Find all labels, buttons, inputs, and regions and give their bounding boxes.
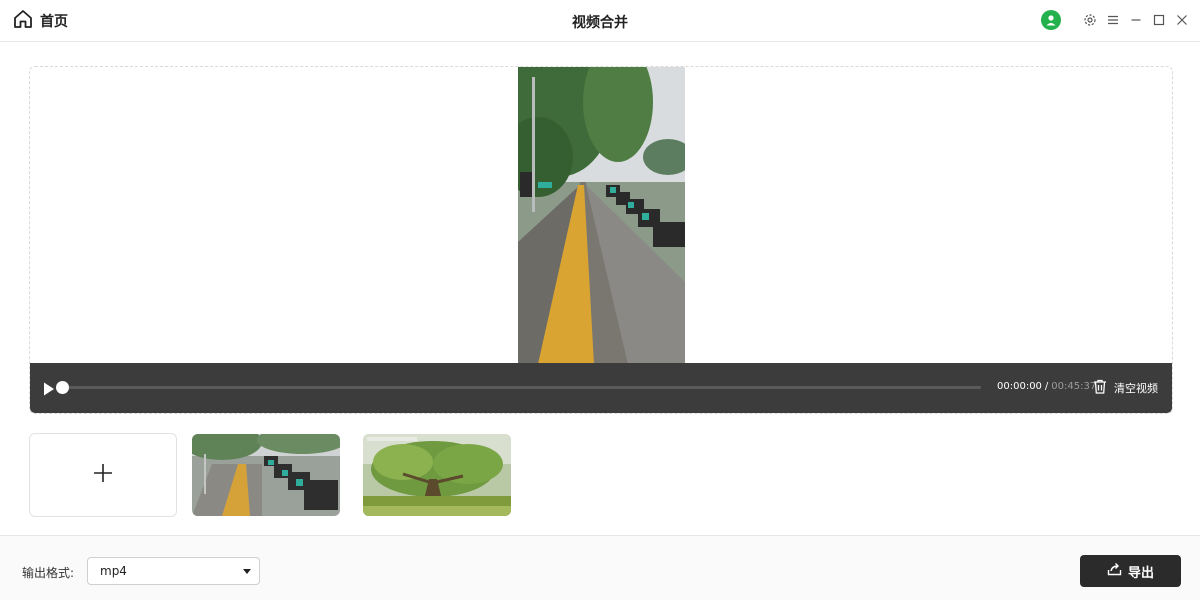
current-time: 00:00:00 [997, 381, 1042, 392]
plus-icon [93, 463, 113, 487]
clip-thumbnail-2[interactable] [363, 434, 511, 516]
total-time: 00:45:37 [1051, 381, 1097, 392]
close-icon[interactable] [1174, 12, 1190, 28]
settings-icon[interactable] [1082, 12, 1098, 28]
chevron-down-icon [243, 569, 251, 574]
player-controls: 00:00:00/00:45:37 清空视频 [30, 363, 1172, 413]
minimize-icon[interactable] [1128, 12, 1144, 28]
maximize-icon[interactable] [1151, 12, 1167, 28]
menu-icon[interactable] [1105, 12, 1121, 28]
page-title: 视频合并 [572, 15, 628, 31]
export-label: 导出 [1127, 565, 1154, 581]
progress-knob[interactable] [56, 381, 69, 394]
output-format-label: 输出格式: [22, 566, 75, 580]
play-icon[interactable] [43, 381, 55, 396]
export-button[interactable]: 导出 [1080, 555, 1181, 587]
clear-videos-button[interactable]: 清空视频 [1093, 378, 1158, 398]
time-display: 00:00:00/00:45:37 [997, 381, 1096, 392]
clip-thumbnail-1[interactable] [192, 434, 340, 516]
video-preview-area: 00:00:00/00:45:37 清空视频 [29, 66, 1173, 414]
footer-bar: 输出格式: mp4 导出 [0, 535, 1200, 600]
time-separator: / [1044, 381, 1049, 392]
clear-videos-label: 清空视频 [1114, 382, 1158, 395]
window-controls [1041, 9, 1190, 31]
home-icon [12, 8, 34, 34]
progress-bar[interactable] [56, 381, 981, 394]
add-video-button[interactable] [29, 433, 177, 517]
video-frame [518, 67, 685, 364]
output-format-value: mp4 [100, 564, 127, 578]
trash-icon [1093, 379, 1107, 398]
export-icon [1107, 562, 1122, 580]
user-avatar-icon[interactable] [1041, 10, 1061, 30]
output-format-select[interactable]: mp4 [87, 557, 260, 585]
title-bar: 首页 视频合并 [0, 0, 1200, 42]
home-button[interactable]: 首页 [12, 9, 68, 33]
home-label: 首页 [40, 14, 68, 30]
